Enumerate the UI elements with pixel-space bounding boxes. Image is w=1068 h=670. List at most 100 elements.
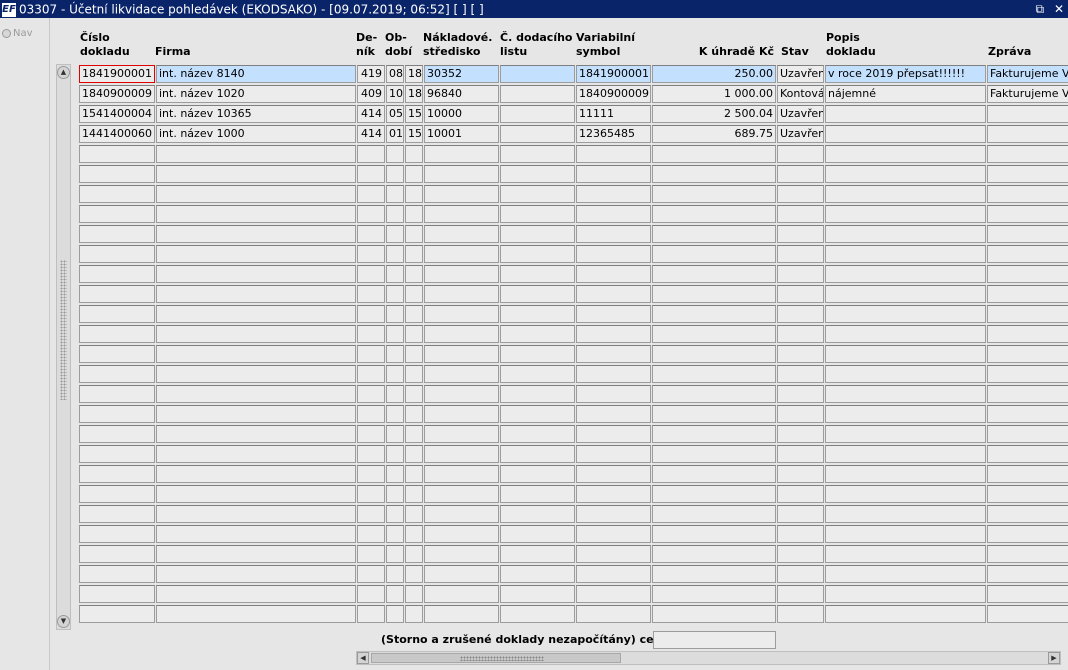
cell-obdobi-rok[interactable] [405, 545, 423, 563]
cell-dodaci-list[interactable] [500, 485, 575, 503]
cell-nakladove-stredisko[interactable] [424, 265, 499, 283]
cell-stav[interactable] [777, 425, 824, 443]
cell-stav[interactable] [777, 565, 824, 583]
scrollbar-grip[interactable] [60, 260, 67, 400]
cell-obdobi-mesic[interactable] [386, 425, 404, 443]
cell-popis-dokladu[interactable] [825, 565, 986, 583]
cell-stav[interactable] [777, 585, 824, 603]
cell-denik[interactable] [357, 145, 385, 163]
cell-k-uhrade[interactable] [652, 365, 776, 383]
cell-firma[interactable] [156, 285, 356, 303]
cell-denik[interactable] [357, 165, 385, 183]
cell-obdobi-rok[interactable] [405, 585, 423, 603]
cell-denik[interactable] [357, 605, 385, 623]
cell-k-uhrade[interactable] [652, 405, 776, 423]
cell-nakladove-stredisko[interactable]: 96840 [424, 85, 499, 103]
cell-k-uhrade[interactable] [652, 325, 776, 343]
cell-obdobi-rok[interactable] [405, 425, 423, 443]
cell-popis-dokladu[interactable] [825, 205, 986, 223]
cell-denik[interactable] [357, 325, 385, 343]
cell-zprava[interactable] [987, 245, 1068, 263]
cell-denik[interactable]: 419 [357, 65, 385, 83]
cell-k-uhrade[interactable]: 689.75 [652, 125, 776, 143]
cell-stav[interactable] [777, 205, 824, 223]
cell-variabilni-symbol[interactable] [576, 205, 651, 223]
cell-denik[interactable] [357, 485, 385, 503]
cell-variabilni-symbol[interactable] [576, 545, 651, 563]
cell-obdobi-rok[interactable] [405, 445, 423, 463]
cell-firma[interactable] [156, 585, 356, 603]
cell-denik[interactable] [357, 285, 385, 303]
cell-k-uhrade[interactable] [652, 265, 776, 283]
cell-variabilni-symbol[interactable] [576, 485, 651, 503]
cell-denik[interactable] [357, 425, 385, 443]
cell-stav[interactable]: Kontován [777, 85, 824, 103]
cell-zprava[interactable] [987, 325, 1068, 343]
cell-zprava[interactable] [987, 565, 1068, 583]
cell-k-uhrade[interactable] [652, 505, 776, 523]
cell-obdobi-mesic[interactable] [386, 445, 404, 463]
cell-popis-dokladu[interactable] [825, 225, 986, 243]
cell-cislo-dokladu[interactable]: 1541400004 [79, 105, 155, 123]
cell-nakladove-stredisko[interactable] [424, 365, 499, 383]
cell-popis-dokladu[interactable] [825, 265, 986, 283]
cell-cislo-dokladu[interactable] [79, 505, 155, 523]
cell-variabilni-symbol[interactable]: 12365485 [576, 125, 651, 143]
cell-cislo-dokladu[interactable] [79, 465, 155, 483]
cell-obdobi-mesic[interactable] [386, 385, 404, 403]
cell-variabilni-symbol[interactable]: 1841900001 [576, 65, 651, 83]
cell-zprava[interactable] [987, 145, 1068, 163]
cell-obdobi-mesic[interactable] [386, 145, 404, 163]
cell-k-uhrade[interactable] [652, 585, 776, 603]
cell-stav[interactable] [777, 245, 824, 263]
cell-denik[interactable] [357, 525, 385, 543]
cell-firma[interactable] [156, 185, 356, 203]
cell-obdobi-mesic[interactable] [386, 225, 404, 243]
cell-stav[interactable]: Uzavřen [777, 125, 824, 143]
cell-denik[interactable]: 414 [357, 105, 385, 123]
cell-cislo-dokladu[interactable] [79, 405, 155, 423]
cell-firma[interactable] [156, 245, 356, 263]
cell-variabilni-symbol[interactable] [576, 165, 651, 183]
cell-nakladove-stredisko[interactable] [424, 505, 499, 523]
cell-obdobi-mesic[interactable]: 08 [386, 65, 404, 83]
cell-k-uhrade[interactable] [652, 425, 776, 443]
cell-obdobi-mesic[interactable] [386, 185, 404, 203]
cell-dodaci-list[interactable] [500, 445, 575, 463]
cell-variabilni-symbol[interactable] [576, 425, 651, 443]
cell-cislo-dokladu[interactable] [79, 485, 155, 503]
cell-stav[interactable] [777, 325, 824, 343]
cell-obdobi-mesic[interactable] [386, 345, 404, 363]
cell-obdobi-rok[interactable] [405, 565, 423, 583]
cell-dodaci-list[interactable] [500, 205, 575, 223]
cell-nakladove-stredisko[interactable] [424, 205, 499, 223]
cell-stav[interactable] [777, 605, 824, 623]
cell-obdobi-rok[interactable] [405, 265, 423, 283]
cell-popis-dokladu[interactable] [825, 385, 986, 403]
cell-k-uhrade[interactable] [652, 205, 776, 223]
cell-k-uhrade[interactable] [652, 485, 776, 503]
cell-stav[interactable] [777, 485, 824, 503]
cell-obdobi-rok[interactable] [405, 245, 423, 263]
cell-obdobi-rok[interactable] [405, 485, 423, 503]
cell-nakladove-stredisko[interactable] [424, 325, 499, 343]
cell-variabilni-symbol[interactable] [576, 585, 651, 603]
cell-cislo-dokladu[interactable] [79, 285, 155, 303]
cell-firma[interactable] [156, 205, 356, 223]
cell-stav[interactable] [777, 345, 824, 363]
cell-obdobi-mesic[interactable] [386, 585, 404, 603]
cell-variabilni-symbol[interactable] [576, 605, 651, 623]
cell-zprava[interactable]: Fakturujeme Vá [987, 65, 1068, 83]
cell-dodaci-list[interactable] [500, 585, 575, 603]
cell-dodaci-list[interactable] [500, 365, 575, 383]
cell-nakladove-stredisko[interactable] [424, 185, 499, 203]
cell-popis-dokladu[interactable] [825, 105, 986, 123]
cell-nakladove-stredisko[interactable] [424, 305, 499, 323]
cell-stav[interactable] [777, 225, 824, 243]
cell-cislo-dokladu[interactable] [79, 265, 155, 283]
cell-cislo-dokladu[interactable]: 1840900009 [79, 85, 155, 103]
cell-stav[interactable] [777, 145, 824, 163]
cell-k-uhrade[interactable]: 2 500.04 [652, 105, 776, 123]
cell-obdobi-rok[interactable] [405, 285, 423, 303]
cell-denik[interactable] [357, 345, 385, 363]
